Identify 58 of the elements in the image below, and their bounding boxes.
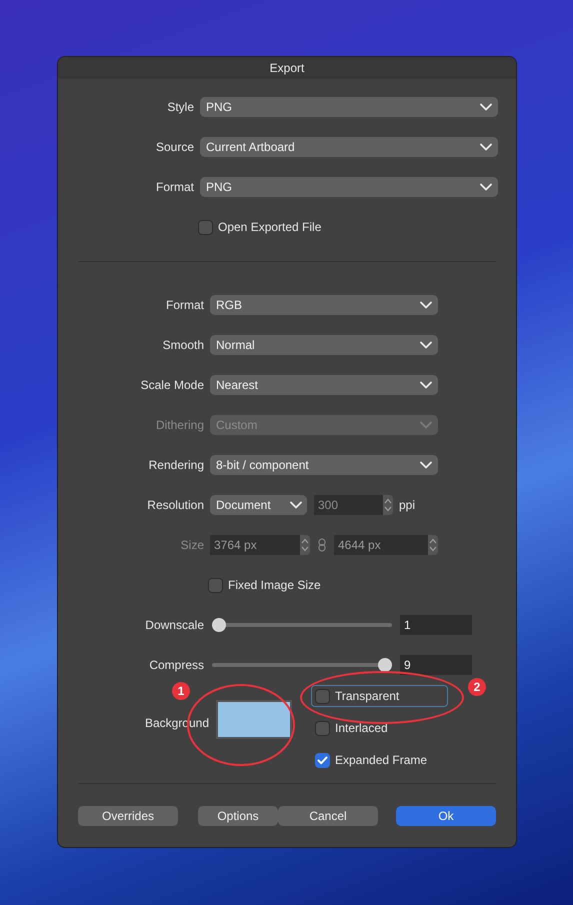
field-label: Compress: [148, 657, 204, 674]
dropdown[interactable]: PNG: [200, 177, 498, 197]
field-label: Rendering: [148, 457, 204, 474]
checkbox[interactable]: [198, 220, 213, 234]
slider[interactable]: [212, 658, 392, 672]
color-swatch[interactable]: [216, 700, 292, 739]
checkbox-label: Interlaced: [335, 720, 388, 737]
chevron-down-icon: [420, 341, 432, 349]
stepper-icon[interactable]: [428, 535, 438, 555]
chevron-down-icon: [480, 103, 492, 111]
chevron-down-icon: [420, 461, 432, 469]
chevron-down-icon: [480, 183, 492, 191]
value-field[interactable]: 9: [400, 655, 472, 675]
dropdown[interactable]: Current Artboard: [200, 137, 498, 157]
field-label: Downscale: [144, 617, 204, 634]
dialog-button[interactable]: Cancel: [278, 806, 378, 826]
dropdown[interactable]: 8-bit / component: [210, 455, 438, 475]
dropdown[interactable]: RGB: [210, 295, 438, 315]
dialog-button[interactable]: Options: [198, 806, 278, 826]
field-label: Style: [166, 99, 194, 116]
checkbox[interactable]: [315, 688, 330, 704]
stepper-icon[interactable]: [300, 535, 310, 555]
field-label: Dithering: [154, 417, 204, 434]
checkbox-label: Open Exported File: [218, 219, 322, 236]
chevron-down-icon: [420, 301, 432, 309]
checkmark-icon: [317, 756, 328, 764]
dropdown[interactable]: PNG: [200, 97, 498, 117]
checkbox-label: Fixed Image Size: [228, 577, 321, 594]
ok-button[interactable]: Ok: [396, 806, 496, 826]
checkbox[interactable]: [315, 752, 330, 768]
window-title: Export: [270, 60, 304, 77]
chevron-down-icon: [290, 501, 302, 509]
slider-thumb[interactable]: [378, 658, 392, 672]
slider[interactable]: [212, 618, 392, 632]
unit-label: ppi: [399, 497, 416, 514]
field-label: Format: [164, 297, 204, 314]
chevron-down-icon: [420, 421, 432, 429]
field-label: Smooth: [162, 337, 204, 354]
chevron-down-icon: [480, 143, 492, 151]
number-field[interactable]: 300: [314, 495, 383, 515]
dropdown[interactable]: Nearest: [210, 375, 438, 395]
field-label: Scale Mode: [140, 377, 204, 394]
dropdown[interactable]: Normal: [210, 335, 438, 355]
dialog-button[interactable]: Overrides: [78, 806, 178, 826]
value-field[interactable]: 1: [400, 615, 472, 635]
field-label: Resolution: [146, 497, 204, 514]
field-label: Size: [180, 537, 204, 554]
stepper-icon[interactable]: [383, 495, 393, 515]
dropdown[interactable]: Document: [210, 495, 307, 515]
checkbox[interactable]: [315, 720, 330, 736]
checkbox[interactable]: [208, 578, 223, 592]
field-label: Format: [154, 179, 194, 196]
slider-thumb[interactable]: [212, 618, 226, 632]
checkbox-label: Transparent: [335, 688, 400, 705]
checkbox-label: Expanded Frame: [335, 752, 428, 769]
link-icon[interactable]: [318, 538, 326, 552]
field-label: Source: [154, 139, 194, 156]
chevron-down-icon: [420, 381, 432, 389]
